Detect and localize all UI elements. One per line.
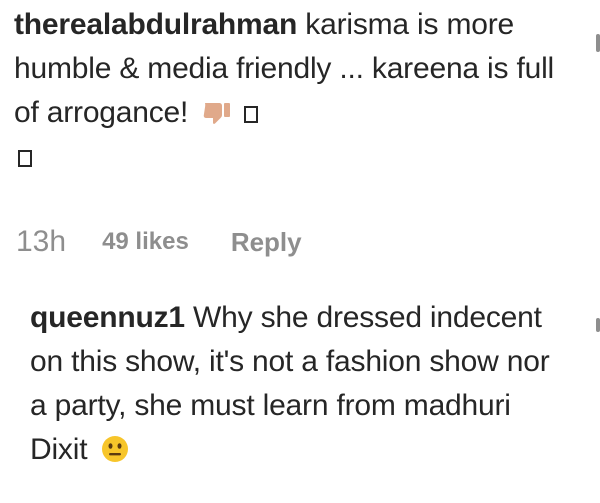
comment-timestamp: 13h <box>16 225 67 258</box>
scrollbar-fragment[interactable] <box>596 318 600 332</box>
neutral-face-icon <box>102 436 129 462</box>
comment: queennuz1 Why she dressed indecent on th… <box>30 296 560 472</box>
missing-glyph-icon <box>244 106 259 123</box>
comment: therealabdulrahman karisma is more humbl… <box>14 3 554 179</box>
missing-glyph-icon <box>18 150 32 167</box>
comment-username[interactable]: queennuz1 <box>30 301 185 334</box>
comment-meta: 13h 49 likes Reply <box>16 222 302 262</box>
thumbs-down-icon <box>204 103 231 124</box>
comment-username[interactable]: therealabdulrahman <box>14 8 297 41</box>
reply-button[interactable]: Reply <box>231 227 302 258</box>
scrollbar-fragment[interactable] <box>596 34 600 52</box>
likes-count-button[interactable]: 49 likes <box>102 228 189 256</box>
